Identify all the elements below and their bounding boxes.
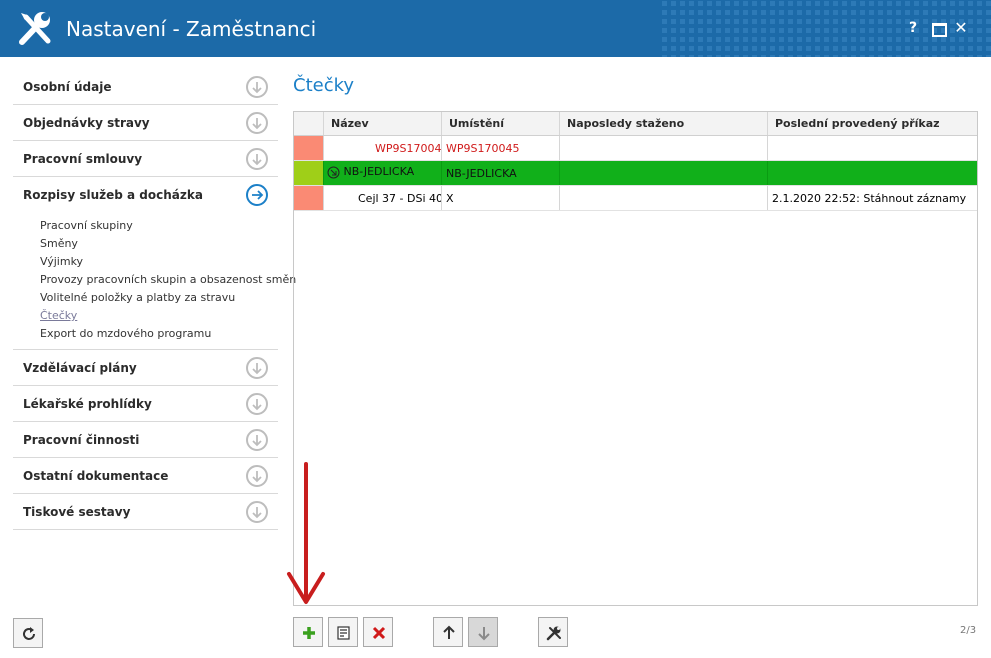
nav-section-label: Osobní údaje xyxy=(23,80,112,94)
delete-button[interactable] xyxy=(363,617,393,647)
circle-arrow-down-icon[interactable] xyxy=(246,357,268,379)
header-indicator xyxy=(294,112,324,135)
settings-button[interactable] xyxy=(538,617,568,647)
arrow-down-icon xyxy=(478,627,490,641)
nav-section-label: Pracovní smlouvy xyxy=(23,152,143,166)
help-button[interactable]: ? xyxy=(905,20,921,36)
title-bar: Nastavení - Zaměstnanci ? ✕ xyxy=(0,0,991,57)
maximize-button[interactable] xyxy=(930,20,946,36)
nav-section-label: Pracovní činnosti xyxy=(23,433,140,447)
nav-section-label: Rozpisy služeb a docházka xyxy=(23,188,203,202)
move-down-button[interactable] xyxy=(468,617,498,647)
cell-nazev: Cejl 37 - DSi 400 xyxy=(324,186,442,210)
subnav-item-provozy[interactable]: Provozy pracovních skupin a obsazenost s… xyxy=(40,271,296,289)
nav-section-label: Ostatní dokumentace xyxy=(23,469,169,483)
subnav-item-smeny[interactable]: Směny xyxy=(40,235,278,253)
subnav-item-volitelne-polozky[interactable]: Volitelné položky a platby za stravu xyxy=(40,289,278,307)
cell-stazeno xyxy=(560,136,768,160)
column-header-posledni-prikaz[interactable]: Poslední provedený příkaz xyxy=(768,112,977,135)
cell-umisteni: NB-JEDLICKA xyxy=(442,161,560,185)
nav-section-rozpisy-sluzeb[interactable]: Rozpisy služeb a docházka xyxy=(13,177,278,213)
status-indicator xyxy=(294,161,324,185)
nav-section-pracovni-smlouvy[interactable]: Pracovní smlouvy xyxy=(13,141,278,177)
cell-umisteni: X xyxy=(442,186,560,210)
cell-prikaz: 2.1.2020 22:52: Stáhnout záznamy xyxy=(772,192,967,205)
tools-icon xyxy=(546,626,561,641)
annotation-arrow-icon xyxy=(287,462,325,604)
status-indicator xyxy=(294,136,324,160)
column-header-umisteni[interactable]: Umístění xyxy=(442,112,560,135)
nav-section-objednavky-stravy[interactable]: Objednávky stravy xyxy=(13,105,278,141)
subnav-item-pracovni-skupiny[interactable]: Pracovní skupiny xyxy=(40,217,278,235)
subnav-item-export[interactable]: Export do mzdového programu xyxy=(40,325,278,343)
nav-section-ostatni-dokumentace[interactable]: Ostatní dokumentace xyxy=(13,458,278,494)
table-row[interactable]: Cejl 37 - DSi 400 X 2.1.2020 22:52: Stáh… xyxy=(294,186,977,211)
circle-arrow-down-icon[interactable] xyxy=(246,76,268,98)
column-header-naposledy-stazeno[interactable]: Naposledy staženo xyxy=(560,112,768,135)
subnav-list: Pracovní skupiny Směny Výjimky Provozy p… xyxy=(13,213,296,350)
nav-section-label: Lékařské prohlídky xyxy=(23,397,152,411)
circle-arrow-down-icon[interactable] xyxy=(246,501,268,523)
circle-arrow-down-icon[interactable] xyxy=(246,393,268,415)
cell-nazev: NB-JEDLICKA xyxy=(324,161,442,185)
table-header: Název Umístění Naposledy staženo Posledn… xyxy=(294,112,977,136)
cell-prikaz xyxy=(768,136,977,160)
cell-stazeno xyxy=(560,161,768,185)
circle-arrow-down-icon[interactable] xyxy=(246,465,268,487)
table-row[interactable]: NB-JEDLICKA NB-JEDLICKA xyxy=(294,161,977,186)
close-button[interactable]: ✕ xyxy=(953,20,969,36)
cell-nazev-text: NB-JEDLICKA xyxy=(343,165,415,178)
circle-arrow-down-icon[interactable] xyxy=(246,112,268,134)
nav-section-osobni-udaje[interactable]: Osobní údaje xyxy=(13,69,278,105)
window-title: Nastavení - Zaměstnanci xyxy=(66,17,317,41)
subnav-item-ctecky[interactable]: Čtečky xyxy=(40,307,278,325)
column-header-nazev[interactable]: Název xyxy=(324,112,442,135)
circle-arrow-right-icon[interactable] xyxy=(246,184,268,206)
circle-arrow-down-icon[interactable] xyxy=(246,429,268,451)
cell-umisteni: WP9S170045 xyxy=(442,136,560,160)
nav-section-label: Objednávky stravy xyxy=(23,116,150,130)
edit-document-icon xyxy=(337,626,350,640)
cell-prikaz xyxy=(768,161,977,185)
nav-section-vzdelavaci-plany[interactable]: Vzdělávací plány xyxy=(13,350,278,386)
edit-button[interactable] xyxy=(328,617,358,647)
plus-icon xyxy=(303,627,315,639)
circle-arrow-down-icon[interactable] xyxy=(246,148,268,170)
nav-section-pracovni-cinnosti[interactable]: Pracovní činnosti xyxy=(13,422,278,458)
delete-x-icon xyxy=(372,626,386,640)
sidebar-nav: Osobní údaje Objednávky stravy Pracovní … xyxy=(13,69,296,530)
add-button[interactable] xyxy=(293,617,323,647)
subnav-item-vyjimky[interactable]: Výjimky xyxy=(40,253,278,271)
refresh-icon xyxy=(23,627,35,640)
cell-stazeno xyxy=(560,186,768,210)
page-title: Čtečky xyxy=(293,75,355,96)
wrench-screwdriver-icon xyxy=(19,12,51,45)
table-row[interactable]: WP9S170045 WP9S170045 xyxy=(294,136,977,161)
nav-section-label: Tiskové sestavy xyxy=(23,505,131,519)
refresh-button[interactable] xyxy=(13,618,43,648)
arrow-up-icon xyxy=(443,625,455,639)
circle-arrow-icon xyxy=(327,166,340,178)
cell-nazev: WP9S170045 xyxy=(324,136,442,160)
move-up-button[interactable] xyxy=(433,617,463,647)
nav-section-label: Vzdělávací plány xyxy=(23,361,137,375)
status-indicator xyxy=(294,186,324,210)
nav-section-lekarske-prohlidky[interactable]: Lékařské prohlídky xyxy=(13,386,278,422)
page-indicator: 2/3 xyxy=(960,625,977,636)
readers-table: Název Umístění Naposledy staženo Posledn… xyxy=(293,111,978,606)
nav-section-tiskove-sestavy[interactable]: Tiskové sestavy xyxy=(13,494,278,530)
